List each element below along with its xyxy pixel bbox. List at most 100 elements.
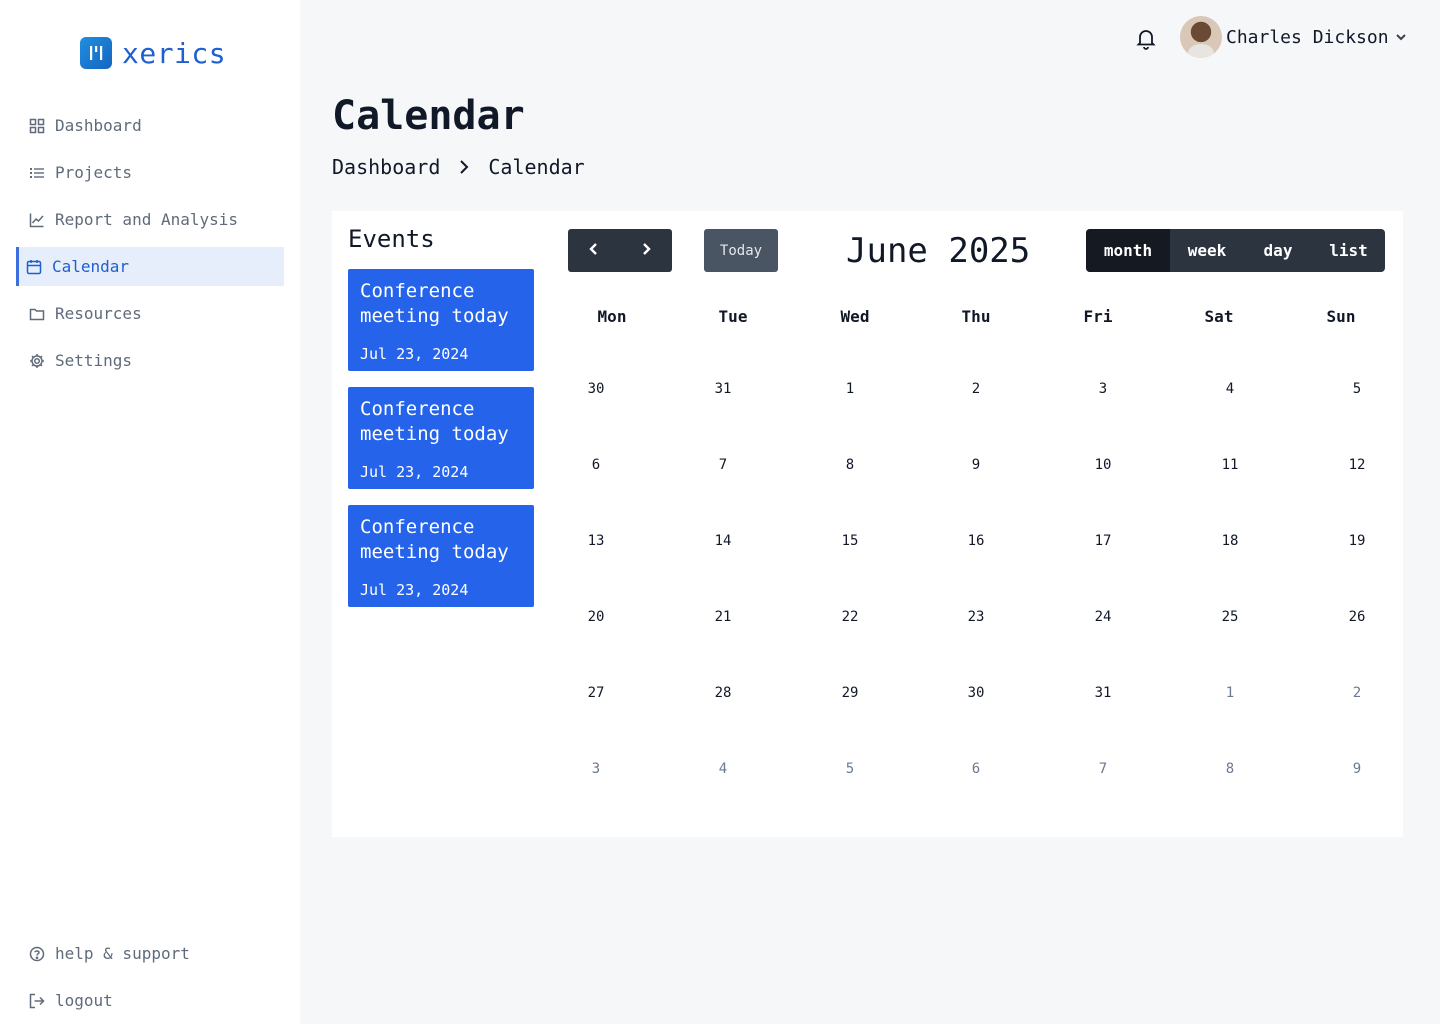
sidebar-item-label: logout: [55, 991, 113, 1010]
sidebar-item-logout[interactable]: logout: [16, 981, 284, 1020]
day-cell[interactable]: 1: [846, 381, 854, 397]
day-cell[interactable]: 9: [1353, 761, 1361, 777]
weekday-label: Tue: [718, 307, 748, 326]
logout-icon: [29, 993, 45, 1009]
day-cell[interactable]: 7: [719, 457, 727, 473]
page-title: Calendar: [332, 93, 525, 139]
sidebar-item-label: Dashboard: [55, 116, 142, 135]
day-cell[interactable]: 10: [1095, 457, 1112, 473]
view-week-button[interactable]: week: [1170, 229, 1244, 272]
view-day-button[interactable]: day: [1244, 229, 1312, 272]
chevron-left-icon: [588, 241, 600, 260]
day-cell[interactable]: 22: [842, 609, 859, 625]
breadcrumb: Dashboard Calendar: [332, 155, 585, 179]
event-title: Conference meeting today: [360, 280, 509, 327]
prev-month-button[interactable]: [568, 229, 620, 272]
sidebar-item-label: Resources: [55, 304, 142, 323]
calendar-card: Events Conference meeting today Jul 23, …: [332, 211, 1403, 837]
sidebar-bottom-nav: help & support logout: [16, 934, 284, 1024]
weekday-label: Thu: [961, 307, 991, 326]
day-cell[interactable]: 16: [968, 533, 985, 549]
day-cell[interactable]: 31: [1095, 685, 1112, 701]
day-cell[interactable]: 21: [715, 609, 732, 625]
sidebar-item-settings[interactable]: Settings: [16, 341, 284, 380]
avatar: [1180, 16, 1222, 58]
list-icon: [29, 165, 45, 181]
sidebar-item-calendar[interactable]: Calendar: [16, 247, 284, 286]
day-cell[interactable]: 15: [842, 533, 859, 549]
user-name: Charles Dickson: [1226, 26, 1389, 48]
event-date: Jul 23, 2024: [360, 345, 469, 363]
day-cell[interactable]: 23: [968, 609, 985, 625]
notification-bell-icon[interactable]: [1134, 26, 1158, 50]
day-cell[interactable]: 6: [592, 457, 600, 473]
today-button[interactable]: Today: [704, 229, 778, 272]
help-icon: [29, 946, 45, 962]
day-cell[interactable]: 3: [592, 761, 600, 777]
day-cell[interactable]: 4: [1226, 381, 1234, 397]
day-cell[interactable]: 27: [588, 685, 605, 701]
day-cell[interactable]: 4: [719, 761, 727, 777]
day-cell[interactable]: 9: [972, 457, 980, 473]
event-title: Conference meeting today: [360, 516, 509, 563]
app-logo[interactable]: xerics: [80, 37, 226, 70]
month-title: June 2025: [846, 231, 1031, 271]
grid-icon: [29, 118, 45, 134]
day-cell[interactable]: 7: [1099, 761, 1107, 777]
folder-icon: [29, 306, 45, 322]
event-card[interactable]: Conference meeting today Jul 23, 2024: [348, 269, 534, 371]
day-cell[interactable]: 20: [588, 609, 605, 625]
logo-mark-icon: [80, 37, 112, 69]
event-date: Jul 23, 2024: [360, 581, 469, 599]
view-list-button[interactable]: list: [1312, 229, 1385, 272]
sidebar-nav: Dashboard Projects Report and Analysis C…: [16, 106, 284, 388]
day-cell[interactable]: 18: [1222, 533, 1239, 549]
sidebar-item-resources[interactable]: Resources: [16, 294, 284, 333]
day-cell[interactable]: 8: [1226, 761, 1234, 777]
day-cell[interactable]: 29: [842, 685, 859, 701]
event-card[interactable]: Conference meeting today Jul 23, 2024: [348, 505, 534, 607]
weekday-label: Fri: [1083, 307, 1113, 326]
day-cell[interactable]: 19: [1349, 533, 1366, 549]
sidebar-item-label: Projects: [55, 163, 133, 182]
sidebar-item-report-and-analysis[interactable]: Report and Analysis: [16, 200, 284, 239]
chart-icon: [29, 212, 45, 228]
sidebar-item-dashboard[interactable]: Dashboard: [16, 106, 284, 145]
day-cell[interactable]: 12: [1349, 457, 1366, 473]
day-cell[interactable]: 5: [846, 761, 854, 777]
day-cell[interactable]: 25: [1222, 609, 1239, 625]
view-month-button[interactable]: month: [1086, 229, 1170, 272]
event-card[interactable]: Conference meeting today Jul 23, 2024: [348, 387, 534, 489]
breadcrumb-current: Calendar: [488, 155, 585, 179]
day-cell[interactable]: 1: [1226, 685, 1234, 701]
chevron-down-icon: [1395, 31, 1407, 43]
event-date: Jul 23, 2024: [360, 463, 469, 481]
month-nav: [568, 229, 672, 272]
weekday-label: Sat: [1204, 307, 1234, 326]
day-cell[interactable]: 30: [588, 381, 605, 397]
day-cell[interactable]: 2: [1353, 685, 1361, 701]
user-menu[interactable]: Charles Dickson: [1180, 16, 1407, 58]
event-title: Conference meeting today: [360, 398, 509, 445]
day-cell[interactable]: 3: [1099, 381, 1107, 397]
sidebar-item-projects[interactable]: Projects: [16, 153, 284, 192]
day-cell[interactable]: 11: [1222, 457, 1239, 473]
day-cell[interactable]: 31: [715, 381, 732, 397]
day-cell[interactable]: 2: [972, 381, 980, 397]
sidebar-item-help-support[interactable]: help & support: [16, 934, 284, 973]
day-cell[interactable]: 30: [968, 685, 985, 701]
day-cell[interactable]: 6: [972, 761, 980, 777]
day-cell[interactable]: 8: [846, 457, 854, 473]
day-cell[interactable]: 13: [588, 533, 605, 549]
day-cell[interactable]: 17: [1095, 533, 1112, 549]
day-cell[interactable]: 28: [715, 685, 732, 701]
day-cell[interactable]: 14: [715, 533, 732, 549]
day-cell[interactable]: 24: [1095, 609, 1112, 625]
weekday-label: Mon: [597, 307, 627, 326]
day-cell[interactable]: 26: [1349, 609, 1366, 625]
view-switcher: month week day list: [1086, 229, 1385, 272]
next-month-button[interactable]: [620, 229, 672, 272]
day-cell[interactable]: 5: [1353, 381, 1361, 397]
sidebar-item-label: Report and Analysis: [55, 210, 239, 229]
breadcrumb-link-dashboard[interactable]: Dashboard: [332, 155, 440, 179]
